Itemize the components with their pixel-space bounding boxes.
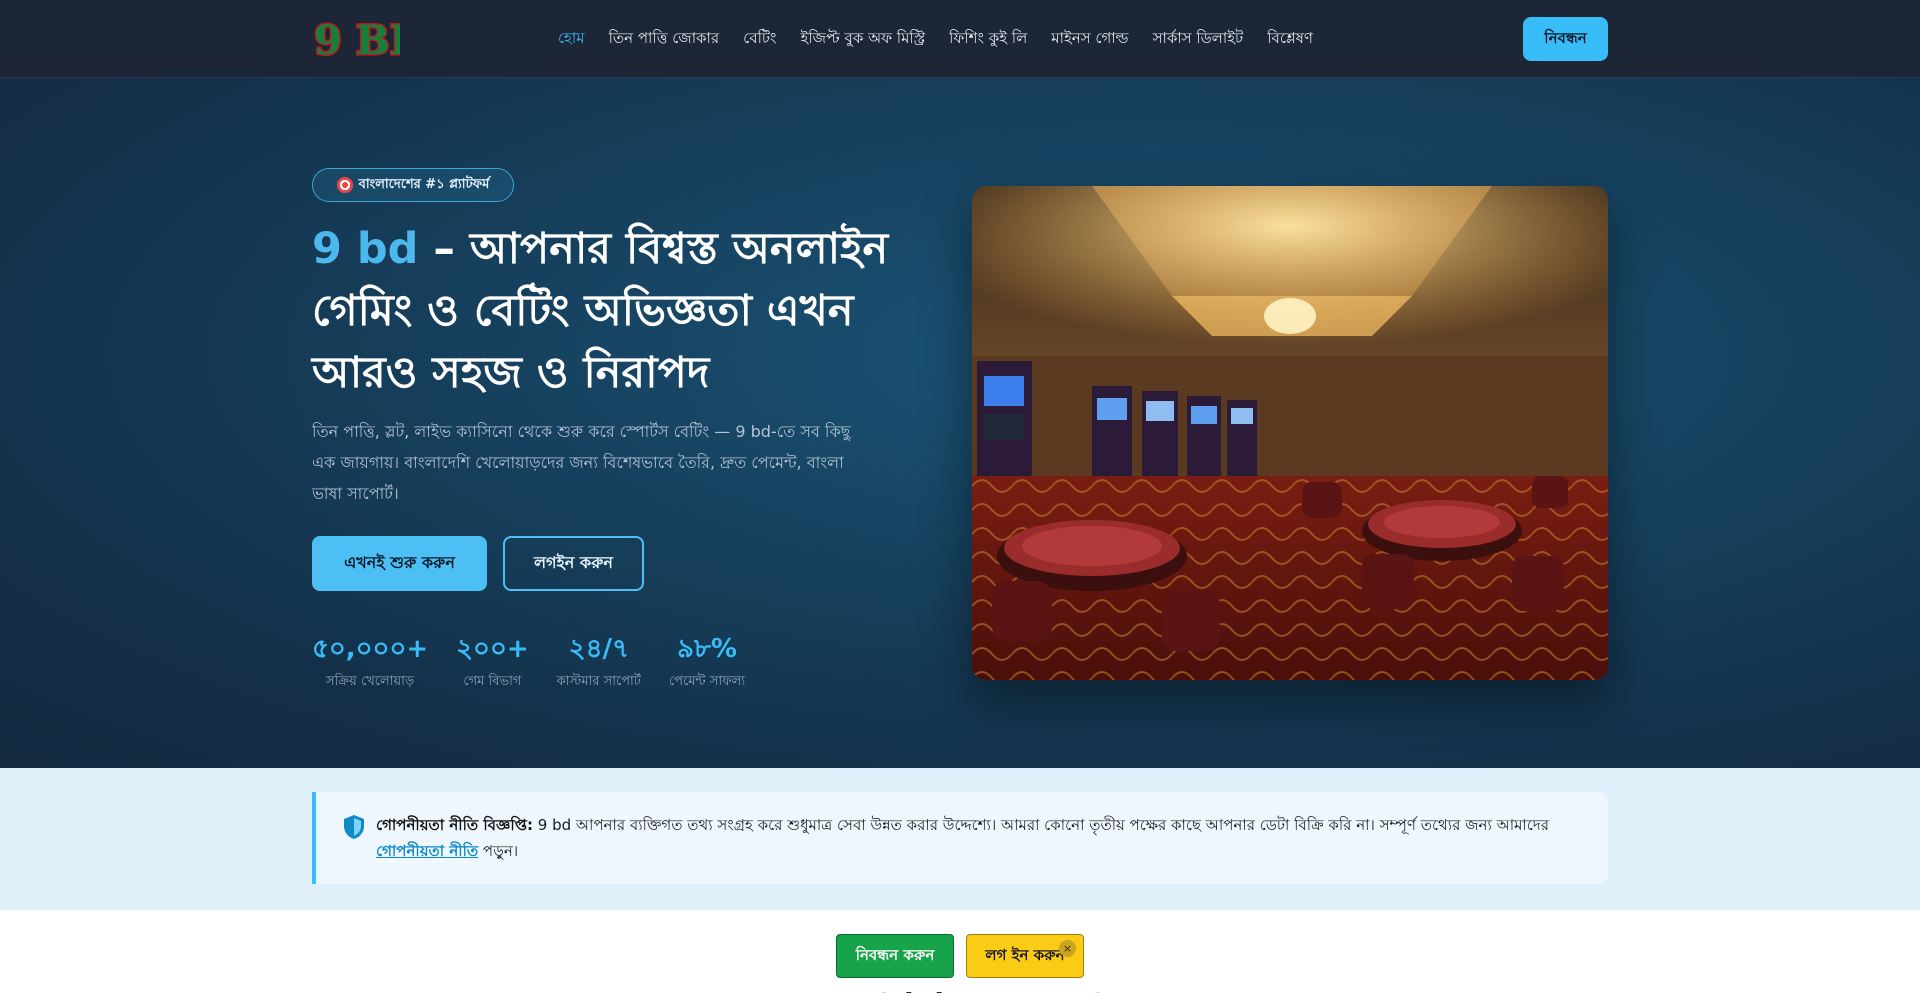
nav-item-egypt-book-of-mystery[interactable]: ইজিপ্ট বুক অফ মিস্ট্রি <box>801 27 926 52</box>
stat-game-categories: ২০০+ গেম বিভাগ <box>456 632 529 693</box>
stat-label: সক্রিয় খেলোয়াড় <box>325 674 415 689</box>
logo-text: 9 BD <box>314 17 400 62</box>
floating-register-button[interactable]: নিবন্ধন করুন <box>836 934 954 978</box>
stat-value: ৫০,০০০+ <box>312 634 429 664</box>
stat-value: ২০০+ <box>456 634 529 664</box>
start-now-button[interactable]: এখনই শুরু করুন <box>312 536 487 591</box>
close-icon[interactable]: × <box>1059 940 1076 957</box>
nav-item-teen-patti-joker[interactable]: তিন পাত্তি জোকার <box>609 27 720 52</box>
nav-item-fishing-kui-li[interactable]: ফিশিং কুই লি <box>949 27 1027 52</box>
privacy-notice-suffix: পড়ুন। <box>478 842 519 860</box>
stat-label: কাস্টমার সাপোর্ট <box>556 674 641 689</box>
target-icon <box>336 177 353 193</box>
stat-payment-success: ৯৮% পেমেন্ট সাফল্য <box>669 632 745 693</box>
privacy-notice-text: গোপনীয়তা নীতি বিজ্ঞপ্তি: 9 bd আপনার ব্য… <box>376 812 1596 864</box>
privacy-notice: গোপনীয়তা নীতি বিজ্ঞপ্তি: 9 bd আপনার ব্য… <box>312 792 1608 884</box>
nav-item-analysis[interactable]: বিশ্লেষণ <box>1267 27 1313 52</box>
hero-title: 9 bd – আপনার বিশ্বস্ত অনলাইন গেমিং ও বেট… <box>312 218 912 404</box>
section-heading-peek: কেন 9 bd বেছে নেবেন? <box>812 982 1112 993</box>
platform-badge: বাংলাদেশের #১ প্ল্যাটফর্ম <box>312 168 514 202</box>
hero-description: তিন পাত্তি, স্লট, লাইভ ক্যাসিনো থেকে শুর… <box>312 422 851 503</box>
nav-item-betting[interactable]: বেটিং <box>743 27 776 52</box>
site-logo[interactable]: 9 BD <box>312 16 401 62</box>
site-header: 9 BD হোম তিন পাত্তি জোকার বেটিং ইজিপ্ট ব… <box>0 0 1920 78</box>
floating-action-bar: কেন 9 bd বেছে নেবেন? নিবন্ধন করুন লগ ইন … <box>0 910 1920 993</box>
hero-title-brand: 9 bd <box>312 224 419 274</box>
stat-label: পেমেন্ট সাফল্য <box>668 674 746 689</box>
nav-item-circus-delight[interactable]: সার্কাস ডিলাইট <box>1153 27 1244 52</box>
hero-section: বাংলাদেশের #১ প্ল্যাটফর্ম 9 bd – আপনার ব… <box>0 78 1920 768</box>
stat-active-players: ৫০,০০০+ সক্রিয় খেলোয়াড় <box>312 632 428 693</box>
header-register-button[interactable]: নিবন্ধন <box>1523 17 1608 61</box>
casino-interior-image <box>972 186 1608 680</box>
stat-value: ৯৮% <box>677 634 737 664</box>
stat-customer-support: ২৪/৭ কাস্টমার সাপোর্ট <box>557 632 641 693</box>
stat-value: ২৪/৭ <box>568 634 629 664</box>
privacy-policy-link[interactable]: গোপনীয়তা নীতি <box>376 842 478 860</box>
badge-label: বাংলাদেশের #১ প্ল্যাটফর্ম <box>358 176 490 192</box>
shield-icon <box>344 815 364 839</box>
privacy-notice-label: গোপনীয়তা নীতি বিজ্ঞপ্তি: <box>376 816 533 834</box>
privacy-notice-section: গোপনীয়তা নীতি বিজ্ঞপ্তি: 9 bd আপনার ব্য… <box>0 768 1920 910</box>
stat-label: গেম বিভাগ <box>463 674 522 689</box>
login-button[interactable]: লগইন করুন <box>503 536 644 591</box>
nav-item-home[interactable]: হোম <box>558 27 585 52</box>
stats-row: ৫০,০০০+ সক্রিয় খেলোয়াড় ২০০+ গেম বিভাগ… <box>312 632 745 693</box>
main-nav: হোম তিন পাত্তি জোকার বেটিং ইজিপ্ট বুক অফ… <box>558 0 1313 78</box>
privacy-notice-body: 9 bd আপনার ব্যক্তিগত তথ্য সংগ্রহ করে শুধ… <box>532 816 1549 834</box>
nav-item-mines-gold[interactable]: মাইনস গোল্ড <box>1051 27 1128 52</box>
